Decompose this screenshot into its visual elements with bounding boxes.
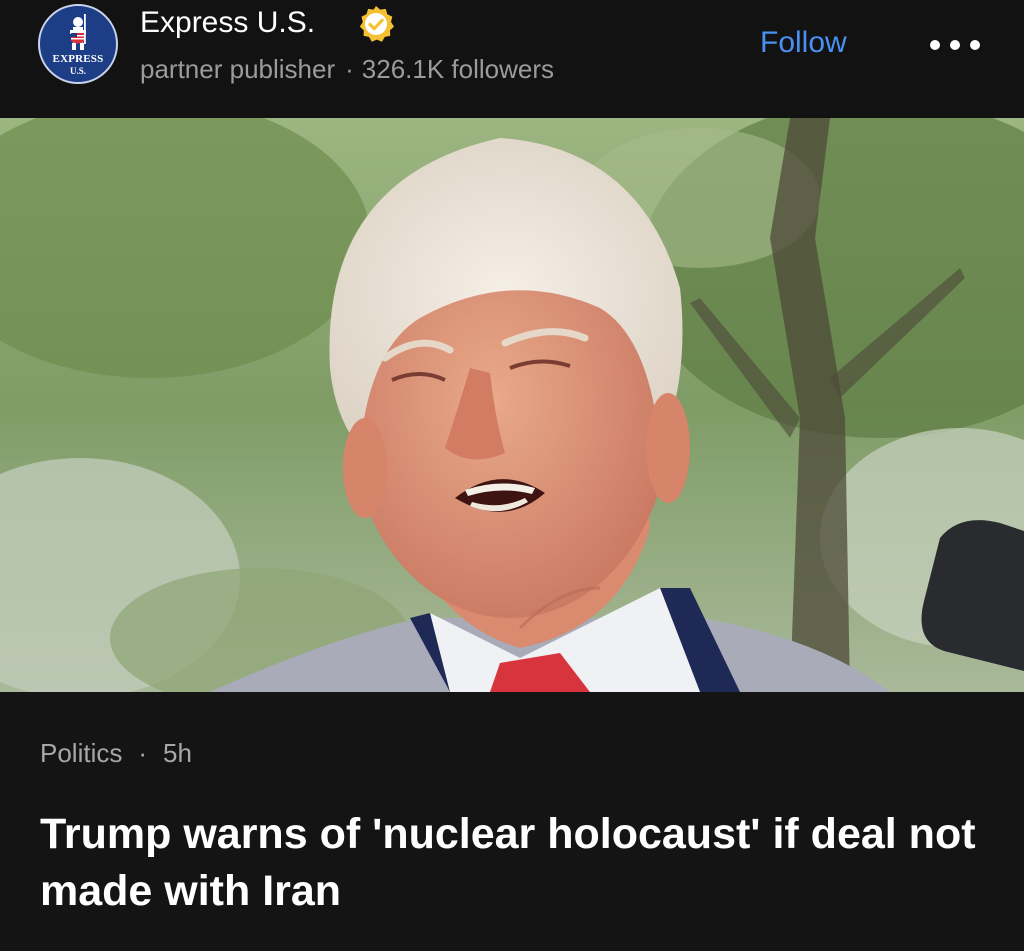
article-photo[interactable] — [0, 118, 1024, 692]
more-options-icon[interactable] — [928, 30, 982, 60]
logo-wordmark: EXPRESS — [52, 53, 104, 65]
article-meta: Politics · 5h — [40, 738, 192, 769]
logo-region: U.S. — [69, 66, 86, 76]
article-category[interactable]: Politics — [40, 738, 122, 768]
separator-dot: · — [345, 54, 354, 84]
verified-badge-icon — [359, 6, 394, 42]
follower-count: 326.1K followers — [361, 54, 555, 84]
publisher-name[interactable]: Express U.S. — [140, 6, 315, 40]
publisher-avatar[interactable]: EXPRESS U.S. — [38, 4, 118, 84]
separator-dot: · — [138, 738, 148, 768]
publisher-header: EXPRESS U.S. Express U.S. partner publis… — [0, 0, 1024, 118]
news-photo — [0, 118, 1024, 692]
publisher-type: partner publisher — [140, 54, 336, 84]
follow-button[interactable]: Follow — [760, 26, 847, 60]
article-headline[interactable]: Trump warns of 'nuclear holocaust' if de… — [40, 806, 990, 920]
publisher-subline: partner publisher · 326.1K followers — [140, 54, 554, 85]
article-time: 5h — [163, 738, 192, 768]
